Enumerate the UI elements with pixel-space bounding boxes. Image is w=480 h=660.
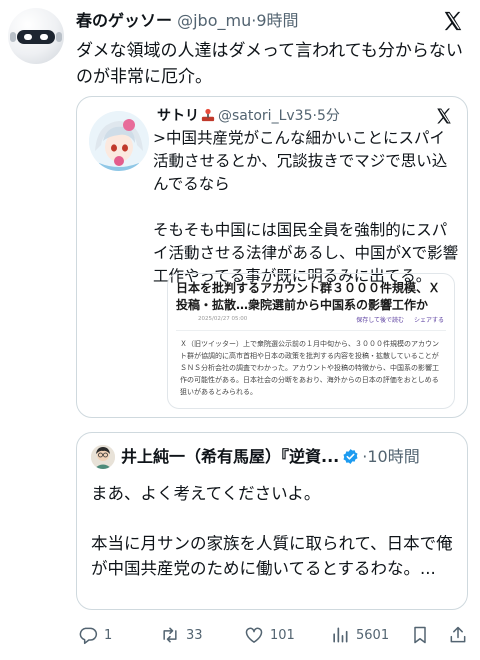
share-button[interactable] bbox=[448, 622, 474, 648]
divider bbox=[176, 330, 446, 331]
robot-ear-right bbox=[56, 32, 62, 42]
views-icon bbox=[333, 627, 348, 643]
reply-count: 1 bbox=[104, 627, 113, 643]
views-button[interactable]: 5601 bbox=[330, 622, 389, 648]
like-count: 101 bbox=[270, 627, 295, 643]
quote-avatar[interactable] bbox=[89, 111, 149, 171]
share-link[interactable]: シェアする bbox=[414, 317, 444, 324]
article-body: Ｘ（旧ツイッター）上で衆院選公示前の１月中旬から、３０００件規模のアカウント群が… bbox=[180, 340, 439, 396]
retweet-count: 33 bbox=[186, 627, 203, 643]
x-logo-icon[interactable] bbox=[435, 107, 453, 125]
person-avatar bbox=[91, 445, 115, 469]
robot-visor bbox=[17, 30, 55, 44]
robot-eye-left bbox=[24, 34, 32, 40]
verified-badge-icon bbox=[343, 449, 358, 464]
reply-avatar[interactable] bbox=[91, 445, 115, 469]
article-title[interactable]: 日本を批判するアカウント群３０００件規模、Ｘ投稿・拡散…衆院選前から中国系の影響… bbox=[176, 280, 448, 314]
reply-header: 井上純一（希有馬屋）『逆資... ·10時間 bbox=[121, 444, 457, 470]
quote-header: サトリ @satori_Lv35·5分 bbox=[157, 105, 427, 127]
timestamp[interactable]: 9時間 bbox=[256, 11, 298, 30]
quoted-tweet[interactable]: サトリ @satori_Lv35·5分 >中国共産党がこんな細かいことにスパイ活… bbox=[76, 96, 468, 418]
share-icon bbox=[450, 626, 466, 643]
joystick-icon bbox=[201, 108, 215, 122]
reply-timestamp[interactable]: 10時間 bbox=[367, 447, 419, 466]
heart-icon bbox=[245, 627, 263, 643]
article-date: 2025/02/27 05:00 bbox=[198, 316, 248, 322]
quote-timestamp[interactable]: 5分 bbox=[317, 108, 340, 124]
x-logo-icon[interactable] bbox=[442, 10, 464, 32]
quote-handle[interactable]: @satori_Lv35 bbox=[218, 108, 312, 124]
display-name[interactable]: 春のゲッソー bbox=[76, 11, 172, 30]
reply-card[interactable]: 井上純一（希有馬屋）『逆資... ·10時間 まあ、よく考えてくださいよ。 本当… bbox=[76, 432, 468, 610]
retweet-icon bbox=[163, 627, 177, 643]
robot-eye-right bbox=[40, 34, 48, 40]
tweet-header: 春のゲッソー @jbo_mu·9時間 bbox=[76, 8, 430, 34]
bookmark-button[interactable] bbox=[410, 622, 436, 648]
reply-text: まあ、よく考えてくださいよ。 本当に月サンの家族を人質に取られて、日本で俺が中国… bbox=[91, 484, 453, 578]
retweet-button[interactable]: 33 bbox=[160, 622, 203, 648]
tweet-text: ダメな領域の人達はダメって言われても分からないのが非常に厄介。 bbox=[76, 41, 463, 87]
reply-display-name[interactable]: 井上純一（希有馬屋）『逆資... bbox=[121, 447, 339, 466]
save-later-link[interactable]: 保存して後で読む bbox=[356, 317, 404, 324]
reply-icon bbox=[79, 627, 98, 645]
bookmark-icon bbox=[414, 626, 426, 644]
like-button[interactable]: 101 bbox=[244, 622, 295, 648]
handle[interactable]: @jbo_mu bbox=[177, 11, 251, 30]
article-actions: 保存して後で読む シェアする bbox=[348, 315, 444, 324]
quote-display-name[interactable]: サトリ bbox=[157, 108, 199, 124]
action-bar: 1 33 101 5601 bbox=[76, 622, 468, 648]
anime-character-avatar bbox=[89, 111, 149, 171]
avatar[interactable] bbox=[8, 8, 64, 64]
reply-button[interactable]: 1 bbox=[78, 622, 112, 648]
article-card[interactable]: 日本を批判するアカウント群３０００件規模、Ｘ投稿・拡散…衆院選前から中国系の影響… bbox=[167, 273, 455, 409]
views-count: 5601 bbox=[356, 627, 390, 643]
robot-ear-left bbox=[10, 32, 16, 42]
quote-text: >中国共産党がこんな細かいことにスパイ活動させるとか、冗談抜きでマジで思い込んで… bbox=[153, 129, 459, 285]
